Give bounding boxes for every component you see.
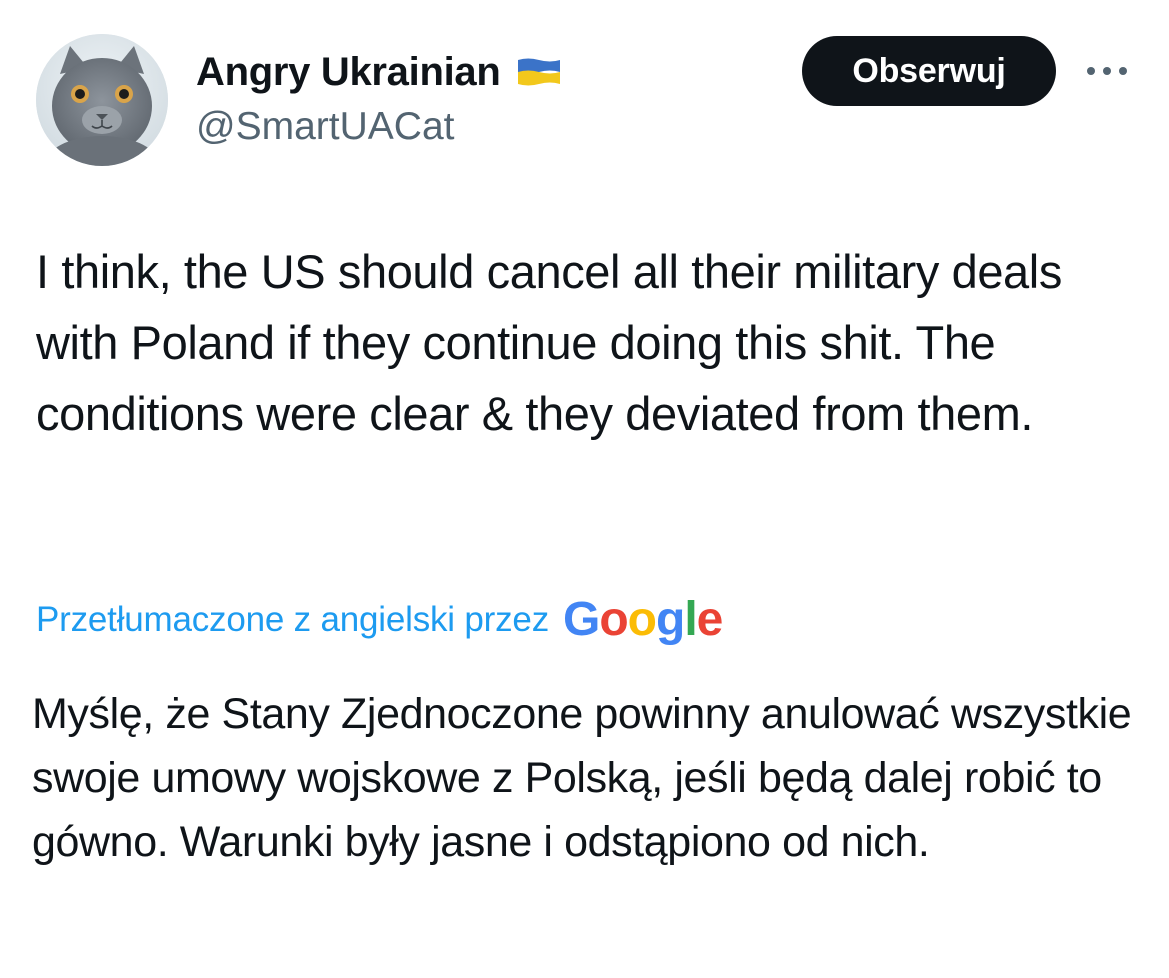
ukraine-flag-icon (516, 57, 562, 87)
display-name-row[interactable]: Angry Ukrainian (196, 46, 562, 98)
more-horizontal-icon (1087, 67, 1127, 75)
google-letter: g (656, 593, 685, 646)
google-letter: G (563, 593, 600, 646)
avatar[interactable] (36, 34, 168, 166)
google-letter: o (627, 593, 657, 646)
translated-from-link[interactable]: Przetłumaczone z angielski przez (36, 600, 549, 640)
google-letter: l (684, 593, 697, 646)
google-logo-icon: Google (563, 590, 724, 650)
display-name[interactable]: Angry Ukrainian (196, 46, 501, 98)
translation-attribution: Przetłumaczone z angielski przez Google (36, 590, 724, 650)
google-letter: e (696, 593, 724, 646)
user-handle[interactable]: @SmartUACat (196, 102, 454, 152)
translated-tweet-text: Myślę, że Stany Zjednoczone powinny anul… (32, 690, 1143, 866)
tweet-text: I think, the US should cancel all their … (36, 245, 1075, 440)
cat-avatar-image (36, 34, 168, 166)
follow-button[interactable]: Obserwuj (802, 36, 1056, 106)
more-options-button[interactable] (1082, 54, 1132, 88)
google-letter: o (599, 593, 628, 646)
